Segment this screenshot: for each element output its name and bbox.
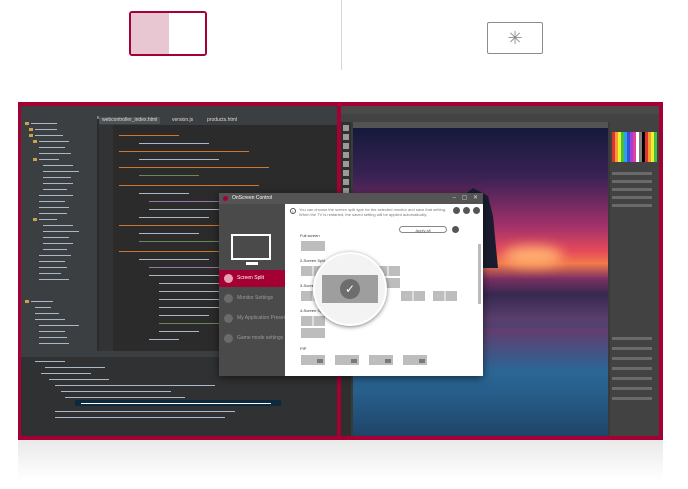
ps-options-bar bbox=[341, 114, 659, 122]
line-number-gutter bbox=[99, 125, 113, 351]
window-controls[interactable]: – ▢ ✕ bbox=[453, 195, 480, 202]
layout-3-split-c[interactable] bbox=[432, 290, 458, 302]
settings-icon[interactable] bbox=[463, 207, 470, 214]
info-icon: i bbox=[290, 208, 296, 214]
description-text: You can choose the screen split type for… bbox=[299, 207, 447, 217]
layout-pip-d[interactable] bbox=[402, 354, 428, 366]
nav-app-preset[interactable]: My Application Preset bbox=[219, 310, 285, 327]
section-label: Full screen bbox=[300, 233, 320, 238]
scrollbar[interactable] bbox=[478, 244, 481, 304]
ide-tab[interactable]: products.html bbox=[204, 117, 240, 124]
selected-layout-magnifier: ✓ bbox=[313, 252, 387, 326]
check-icon: ✓ bbox=[340, 279, 360, 299]
layout-pip-b[interactable] bbox=[334, 354, 360, 366]
sparkle-icon: ✳ bbox=[507, 28, 523, 48]
nav-game-mode[interactable]: Game mode settings bbox=[219, 330, 285, 347]
ide-tab[interactable]: version.js bbox=[169, 117, 196, 124]
apply-all-button[interactable]: Apply all bbox=[399, 226, 447, 233]
project-tree[interactable] bbox=[21, 116, 97, 351]
nav-label: Monitor Settings bbox=[237, 295, 274, 301]
layout-full-screen[interactable] bbox=[300, 240, 326, 252]
side-nav: Screen Split Monitor Settings My Applica… bbox=[219, 204, 285, 376]
split-left-pane bbox=[131, 13, 169, 54]
split-right-pane bbox=[169, 13, 205, 54]
app-preset-icon bbox=[224, 314, 233, 323]
game-controller-icon bbox=[224, 334, 233, 343]
lg-logo-icon bbox=[223, 196, 228, 201]
window-title: OnScreen Control bbox=[232, 195, 273, 201]
screen-split-icon bbox=[224, 274, 233, 283]
monitor-settings-icon bbox=[224, 294, 233, 303]
help-icon[interactable] bbox=[473, 207, 480, 214]
section-label: PIP bbox=[300, 346, 307, 351]
monitor-icon bbox=[231, 234, 271, 260]
ide-tab[interactable]: webcontroller_index.html bbox=[99, 117, 161, 124]
monitor-stand bbox=[246, 262, 258, 265]
layout-pip-a[interactable] bbox=[300, 354, 326, 366]
nav-label: Screen Split bbox=[237, 275, 264, 281]
full-screen-option[interactable]: ✳ bbox=[487, 22, 543, 54]
monitor-select-icon[interactable] bbox=[453, 207, 460, 214]
split-screen-option[interactable] bbox=[129, 11, 207, 56]
swatches-panel[interactable] bbox=[612, 132, 657, 162]
layout-4-split[interactable] bbox=[300, 315, 326, 327]
ps-panels[interactable] bbox=[610, 122, 659, 436]
layout-3-split-b[interactable] bbox=[400, 290, 426, 302]
ps-menubar bbox=[341, 106, 659, 114]
ide-menubar bbox=[21, 106, 337, 119]
monitor-reflection bbox=[18, 440, 663, 480]
section-label: 2-Screen Split bbox=[300, 258, 326, 263]
nav-label: My Application Preset bbox=[237, 315, 286, 321]
nav-label: Game mode settings bbox=[237, 335, 284, 341]
layout-pip-c[interactable] bbox=[368, 354, 394, 366]
nav-screen-split[interactable]: Screen Split bbox=[219, 270, 285, 287]
layout-4-split-row[interactable] bbox=[300, 327, 326, 339]
divider bbox=[341, 0, 342, 70]
window-titlebar: OnScreen Control – ▢ ✕ bbox=[219, 193, 483, 204]
ide-tabbar: webcontroller_index.html version.js prod… bbox=[99, 116, 337, 125]
gear-icon[interactable] bbox=[452, 226, 459, 233]
nav-monitor-settings[interactable]: Monitor Settings bbox=[219, 290, 285, 307]
